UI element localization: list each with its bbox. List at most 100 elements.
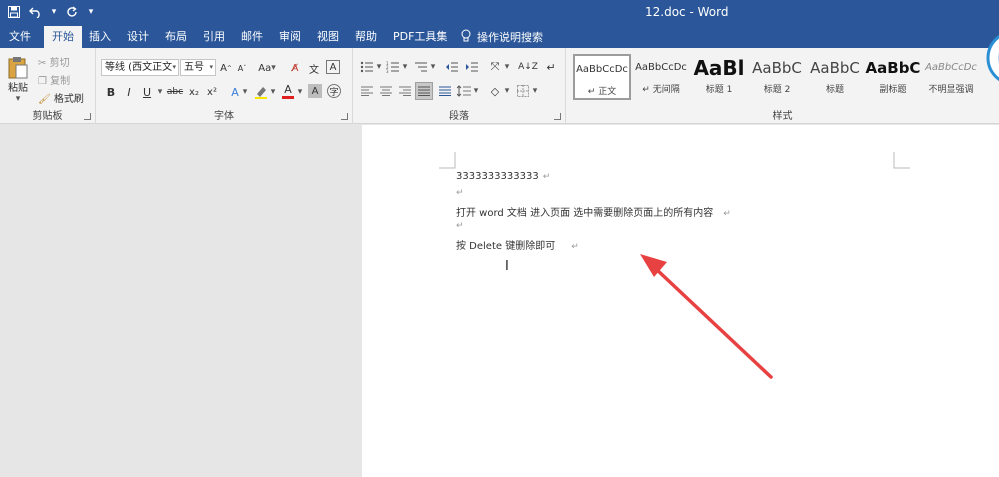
style-name: 副标题 — [879, 85, 907, 95]
chinese-layout-icon[interactable]: ⤧ — [487, 60, 503, 74]
style-preview: AaBbCcDc — [925, 62, 977, 73]
strikethrough-button[interactable]: abc — [166, 84, 184, 100]
tab-insert[interactable]: 插入 — [89, 26, 111, 48]
paragraph-mark-icon: ↵ — [723, 209, 731, 219]
align-right-icon[interactable] — [397, 84, 413, 98]
grow-font-button[interactable]: A ^ — [220, 60, 232, 76]
format-painter-button[interactable]: 🖌 格式刷 — [38, 90, 84, 105]
shrink-font-button[interactable]: Aˇ — [236, 60, 248, 76]
document-paragraph[interactable]: 按 Delete 键删除即可 ↵ — [456, 237, 579, 252]
superscript-button[interactable]: x² — [205, 84, 219, 100]
align-center-icon[interactable] — [378, 84, 394, 98]
clear-formatting-icon[interactable]: A̸ — [288, 60, 302, 76]
word-window: ▾ ▾ 12.doc - Word 文件 开始 插入 设计 布局 引用 邮件 审… — [0, 0, 999, 477]
document-paragraph[interactable]: ↵ — [456, 220, 464, 231]
sort-icon[interactable]: A↓Z — [518, 60, 538, 74]
ribbon: 粘贴 ▾ ✂ 剪切 ❐ 复制 🖌 格式刷 剪贴板 等线 (西文正文▾ 五号▾ — [0, 34, 999, 124]
subscript-button[interactable]: x₂ — [187, 84, 201, 100]
increase-indent-icon[interactable] — [464, 60, 480, 74]
italic-button[interactable]: I — [122, 84, 136, 100]
shading-dropdown-icon[interactable]: ▾ — [503, 84, 511, 98]
font-name-combo[interactable]: 等线 (西文正文 ▾ — [101, 59, 179, 76]
font-size-dropdown-icon[interactable]: ▾ — [209, 60, 213, 75]
document-paragraph[interactable]: 打开 word 文档 进入页面 选中需要删除页面上的所有内容 ↵ — [456, 204, 731, 219]
style-name: 不明显强调 — [928, 85, 974, 95]
styles-group: AaBbCcDc ↵ 正文 AaBbCcDc ↵ 无间隔 AaBl 标题 1 A… — [566, 34, 999, 124]
shading-icon[interactable]: ◇ — [487, 84, 503, 98]
paragraph-launcher-icon[interactable] — [554, 113, 561, 120]
distributed-icon[interactable] — [437, 84, 453, 98]
cut-button[interactable]: ✂ 剪切 — [38, 54, 70, 69]
style-heading-1[interactable]: AaBl 标题 1 — [690, 54, 748, 100]
copy-label: 复制 — [50, 76, 71, 87]
grow-font-label: A — [220, 62, 227, 74]
highlight-dropdown-icon[interactable]: ▾ — [269, 84, 277, 100]
font-color-icon[interactable]: A — [281, 82, 295, 100]
document-paragraph[interactable]: ↵ — [456, 187, 464, 198]
decrease-indent-icon[interactable] — [444, 60, 460, 74]
character-shading-icon[interactable]: A — [308, 84, 322, 98]
document-workspace: 3333333333333 ↵ ↵ 打开 word 文档 进入页面 选中需要删除页… — [0, 125, 999, 477]
borders-dropdown-icon[interactable]: ▾ — [531, 84, 539, 98]
font-color-dropdown-icon[interactable]: ▾ — [296, 84, 304, 100]
justify-icon[interactable] — [415, 82, 433, 100]
style-no-spacing[interactable]: AaBbCcDc ↵ 无间隔 — [632, 54, 690, 100]
numbering-icon[interactable]: 123 — [385, 60, 401, 74]
clipboard-group: 粘贴 ▾ ✂ 剪切 ❐ 复制 🖌 格式刷 剪贴板 — [0, 48, 96, 124]
style-subtitle[interactable]: AaBbC 副标题 — [864, 54, 922, 100]
clipboard-launcher-icon[interactable] — [84, 113, 91, 120]
tab-file[interactable]: 文件 — [9, 26, 31, 48]
paste-button[interactable]: 粘贴 ▾ — [4, 54, 32, 104]
style-preview: AaBbCcDc — [576, 64, 628, 75]
tab-design[interactable]: 设计 — [127, 26, 149, 48]
tab-view[interactable]: 视图 — [317, 26, 339, 48]
clipboard-group-label: 剪贴板 — [32, 111, 63, 122]
underline-dropdown-icon[interactable]: ▾ — [156, 84, 164, 100]
align-left-icon[interactable] — [359, 84, 375, 98]
font-name-dropdown-icon[interactable]: ▾ — [172, 60, 176, 75]
style-normal[interactable]: AaBbCcDc ↵ 正文 — [573, 54, 631, 100]
numbering-dropdown-icon[interactable]: ▾ — [401, 60, 409, 74]
line-spacing-icon[interactable] — [456, 84, 472, 98]
text-effects-icon[interactable]: A — [228, 84, 242, 100]
character-border-icon[interactable]: A — [326, 60, 340, 74]
svg-text:3: 3 — [386, 69, 389, 73]
bullets-dropdown-icon[interactable]: ▾ — [375, 60, 383, 74]
document-page[interactable]: 3333333333333 ↵ ↵ 打开 word 文档 进入页面 选中需要删除页… — [362, 125, 999, 477]
style-heading-2[interactable]: AaBbC 标题 2 — [748, 54, 806, 100]
tab-pdf-tools[interactable]: PDF工具集 — [393, 26, 447, 48]
tab-review[interactable]: 审阅 — [279, 26, 301, 48]
document-paragraph[interactable]: 3333333333333 ↵ — [456, 171, 550, 182]
tab-help[interactable]: 帮助 — [355, 26, 377, 48]
style-title[interactable]: AaBbC 标题 — [806, 54, 864, 100]
change-case-button[interactable]: Aa ▾ — [256, 60, 278, 76]
tab-mailings[interactable]: 邮件 — [241, 26, 263, 48]
bullets-icon[interactable] — [359, 60, 375, 74]
font-group-label: 字体 — [214, 111, 234, 122]
highlight-icon[interactable] — [253, 84, 269, 100]
style-subtle-emphasis[interactable]: AaBbCcDc 不明显强调 — [922, 54, 980, 100]
tab-home[interactable]: 开始 — [44, 26, 82, 48]
line-spacing-dropdown-icon[interactable]: ▾ — [472, 84, 480, 98]
multilevel-dropdown-icon[interactable]: ▾ — [429, 60, 437, 74]
phonetic-guide-icon[interactable]: 文 — [307, 60, 321, 76]
tab-layout[interactable]: 布局 — [165, 26, 187, 48]
paste-icon — [8, 56, 28, 78]
chinese-layout-dropdown-icon[interactable]: ▾ — [503, 60, 511, 74]
styles-group-label: 样式 — [772, 111, 793, 122]
tell-me-search[interactable]: 操作说明搜索 — [461, 26, 543, 48]
bold-button[interactable]: B — [104, 84, 118, 100]
font-size-combo[interactable]: 五号 ▾ — [180, 59, 216, 76]
multilevel-list-icon[interactable] — [413, 60, 429, 74]
tab-references[interactable]: 引用 — [203, 26, 225, 48]
borders-icon[interactable] — [515, 84, 531, 98]
lightbulb-icon — [461, 29, 471, 45]
text-effects-dropdown-icon[interactable]: ▾ — [241, 84, 249, 100]
font-group: 等线 (西文正文 ▾ 五号 ▾ A ^ Aˇ Aa ▾ A̸ 文 A B I U ▾ a… — [96, 48, 353, 124]
underline-button[interactable]: U — [140, 84, 154, 100]
enclose-characters-icon[interactable]: 字 — [327, 84, 341, 98]
style-name: ↵ 正文 — [587, 87, 617, 97]
copy-button[interactable]: ❐ 复制 — [38, 72, 70, 87]
show-marks-icon[interactable]: ↵ — [543, 60, 559, 74]
font-launcher-icon[interactable] — [341, 113, 348, 120]
